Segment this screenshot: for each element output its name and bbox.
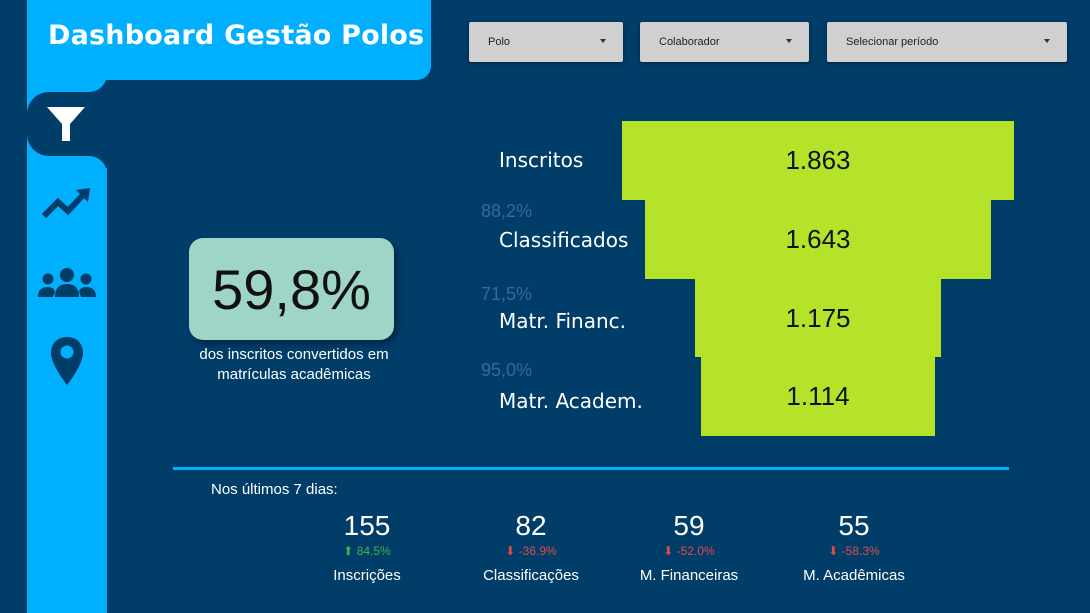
recent-stat-m-academicas: 55 ⬇ -58.3% M. Acadêmicas: [779, 510, 929, 584]
polo-dropdown-label: Polo: [488, 36, 511, 48]
group-icon[interactable]: [36, 264, 98, 304]
arrow-up-icon: ⬆: [343, 544, 354, 558]
recent-stat-classificacoes: 82 ⬇ -36.9% Classificações: [456, 510, 606, 584]
page-title: Dashboard Gestão Polos: [48, 20, 425, 51]
funnel-stage-label: Matr. Financ.: [499, 309, 627, 333]
polo-dropdown[interactable]: Polo: [469, 22, 623, 62]
stat-value: 155: [343, 510, 391, 541]
colaborador-dropdown-label: Colaborador: [659, 36, 720, 48]
conversion-kpi-value: 59,8%: [212, 257, 371, 321]
period-dropdown-label: Selecionar período: [846, 36, 939, 48]
stat-delta-value: -58.3%: [841, 544, 880, 558]
funnel-stage-label: Inscritos: [499, 148, 584, 172]
period-dropdown[interactable]: Selecionar período: [827, 22, 1067, 62]
stat-value: 59: [673, 510, 705, 541]
arrow-down-icon: ⬇: [828, 544, 839, 558]
stat-delta-value: -52.0%: [676, 544, 715, 558]
stat-delta: ⬇ -58.3%: [779, 543, 929, 559]
funnel-bar[interactable]: 1.175: [695, 279, 941, 357]
stat-delta: ⬇ -52.0%: [614, 543, 764, 559]
stat-value: 82: [515, 510, 547, 541]
stat-label: M. Acadêmicas: [803, 567, 905, 584]
stat-label: Classificações: [483, 567, 579, 584]
trend-icon[interactable]: [40, 184, 92, 224]
colaborador-dropdown[interactable]: Colaborador: [640, 22, 809, 62]
chevron-down-icon: [1044, 39, 1050, 43]
stat-label: M. Financeiras: [639, 567, 739, 584]
header-bar: Dashboard Gestão Polos: [27, 0, 431, 80]
arrow-down-icon: ⬇: [505, 544, 516, 558]
conversion-rate: 88,2%: [481, 201, 533, 221]
funnel-bar[interactable]: 1.863: [622, 121, 1014, 200]
recent-stat-m-financeiras: 59 ⬇ -52.0% M. Financeiras: [614, 510, 764, 584]
stat-delta-value: 84.5%: [356, 544, 391, 558]
stat-label: Inscrições: [333, 567, 401, 584]
funnel-bar[interactable]: 1.643: [645, 200, 991, 279]
stat-delta: ⬇ -36.9%: [456, 543, 606, 559]
stat-delta: ⬆ 84.5%: [292, 543, 442, 559]
location-pin-icon[interactable]: [48, 335, 86, 387]
funnel-icon[interactable]: [44, 102, 88, 146]
stat-value: 55: [838, 510, 870, 541]
stat-delta-value: -36.9%: [518, 544, 557, 558]
recent-heading: Nos últimos 7 dias:: [211, 481, 338, 498]
conversion-rate: 71,5%: [481, 284, 533, 304]
conversion-rate: 95,0%: [481, 360, 533, 380]
arrow-down-icon: ⬇: [663, 544, 674, 558]
conversion-kpi-card: 59,8%: [189, 238, 394, 340]
recent-stat-inscricoes: 155 ⬆ 84.5% Inscrições: [292, 510, 442, 584]
conversion-kpi-caption: dos inscritos convertidos em matrículas …: [199, 346, 389, 383]
funnel-stage-label: Classificados: [499, 228, 629, 252]
funnel-bar[interactable]: 1.114: [701, 357, 935, 436]
section-divider: [173, 467, 1009, 470]
funnel-stage-label: Matr. Academ.: [499, 389, 643, 413]
chevron-down-icon: [600, 39, 606, 43]
chevron-down-icon: [786, 39, 792, 43]
